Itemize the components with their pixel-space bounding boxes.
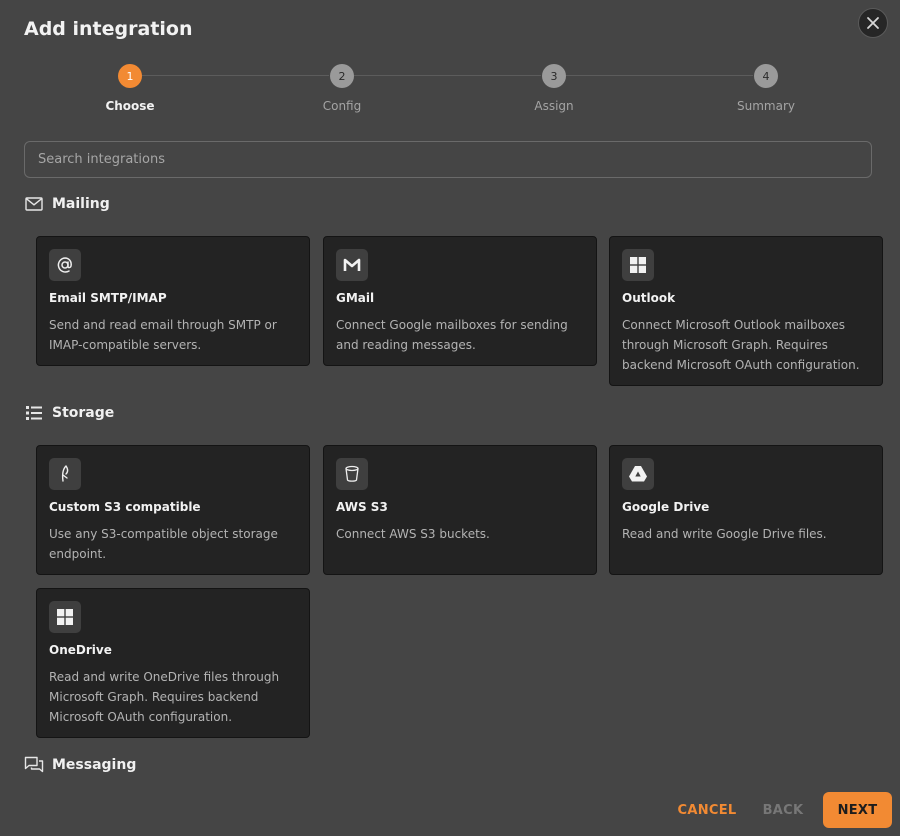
integration-card-custom-s3[interactable]: Custom S3 compatible Use any S3-compatib… — [36, 445, 310, 575]
integration-card-aws-s3[interactable]: AWS S3 Connect AWS S3 buckets. — [323, 445, 597, 575]
section-mailing: Mailing — [24, 193, 110, 215]
at-sign-icon — [49, 249, 81, 281]
close-button[interactable] — [858, 8, 888, 38]
card-title: Custom S3 compatible — [49, 500, 201, 514]
next-button[interactable]: NEXT — [823, 792, 892, 828]
section-label: Storage — [52, 405, 115, 421]
section-messaging: Messaging — [24, 754, 136, 776]
integration-card-outlook[interactable]: Outlook Connect Microsoft Outlook mailbo… — [609, 236, 883, 386]
card-description: Read and write Google Drive files. — [622, 527, 827, 541]
step-assign: 3 Assign — [474, 62, 634, 113]
card-title: OneDrive — [49, 643, 112, 657]
step-summary: 4 Summary — [686, 62, 846, 113]
step-config: 2 Config — [262, 62, 422, 113]
step-number: 3 — [542, 64, 566, 88]
step-label: Choose — [105, 99, 155, 113]
windows-icon — [49, 601, 81, 633]
card-description: Send and read email through SMTP or IMAP… — [49, 318, 277, 352]
integration-card-gmail[interactable]: GMail Connect Google mailboxes for sendi… — [323, 236, 597, 366]
integration-card-email-smtp[interactable]: Email SMTP/IMAP Send and read email thro… — [36, 236, 310, 366]
chat-bubbles-icon — [24, 756, 44, 774]
step-label: Summary — [737, 99, 795, 113]
step-choose: 1 Choose — [50, 62, 210, 113]
step-number: 2 — [330, 64, 354, 88]
gmail-icon — [336, 249, 368, 281]
step-label: Assign — [534, 99, 574, 113]
cancel-button[interactable]: CANCEL — [672, 792, 742, 828]
card-description: Connect Google mailboxes for sending and… — [336, 318, 568, 352]
add-integration-dialog: Add integration 1 Choose 2 Config 3 Assi… — [0, 0, 900, 836]
card-title: AWS S3 — [336, 500, 388, 514]
dialog-title: Add integration — [24, 18, 193, 40]
section-storage: Storage — [24, 402, 114, 424]
stepper: 1 Choose 2 Config 3 Assign 4 Summary — [0, 62, 900, 122]
google-drive-icon — [622, 458, 654, 490]
step-label: Config — [322, 99, 362, 113]
card-title: Email SMTP/IMAP — [49, 291, 167, 305]
card-description: Read and write OneDrive files through Mi… — [49, 670, 280, 724]
section-label: Messaging — [52, 757, 137, 773]
integration-card-google-drive[interactable]: Google Drive Read and write Google Drive… — [609, 445, 883, 575]
step-number: 1 — [118, 64, 142, 88]
feather-icon — [49, 458, 81, 490]
card-title: Outlook — [622, 291, 676, 305]
windows-icon — [622, 249, 654, 281]
integration-card-onedrive[interactable]: OneDrive Read and write OneDrive files t… — [36, 588, 310, 738]
close-icon — [867, 17, 879, 29]
card-title: Google Drive — [622, 500, 710, 514]
storage-list-icon — [24, 404, 44, 422]
card-title: GMail — [336, 291, 375, 305]
search-input[interactable] — [24, 141, 872, 178]
card-description: Connect Microsoft Outlook mailboxes thro… — [622, 318, 860, 372]
step-number: 4 — [754, 64, 778, 88]
bucket-icon — [336, 458, 368, 490]
back-button[interactable]: BACK — [758, 792, 808, 828]
envelope-icon — [24, 195, 44, 213]
card-description: Use any S3-compatible object storage end… — [49, 527, 278, 561]
card-description: Connect AWS S3 buckets. — [336, 527, 490, 541]
section-label: Mailing — [52, 196, 110, 212]
